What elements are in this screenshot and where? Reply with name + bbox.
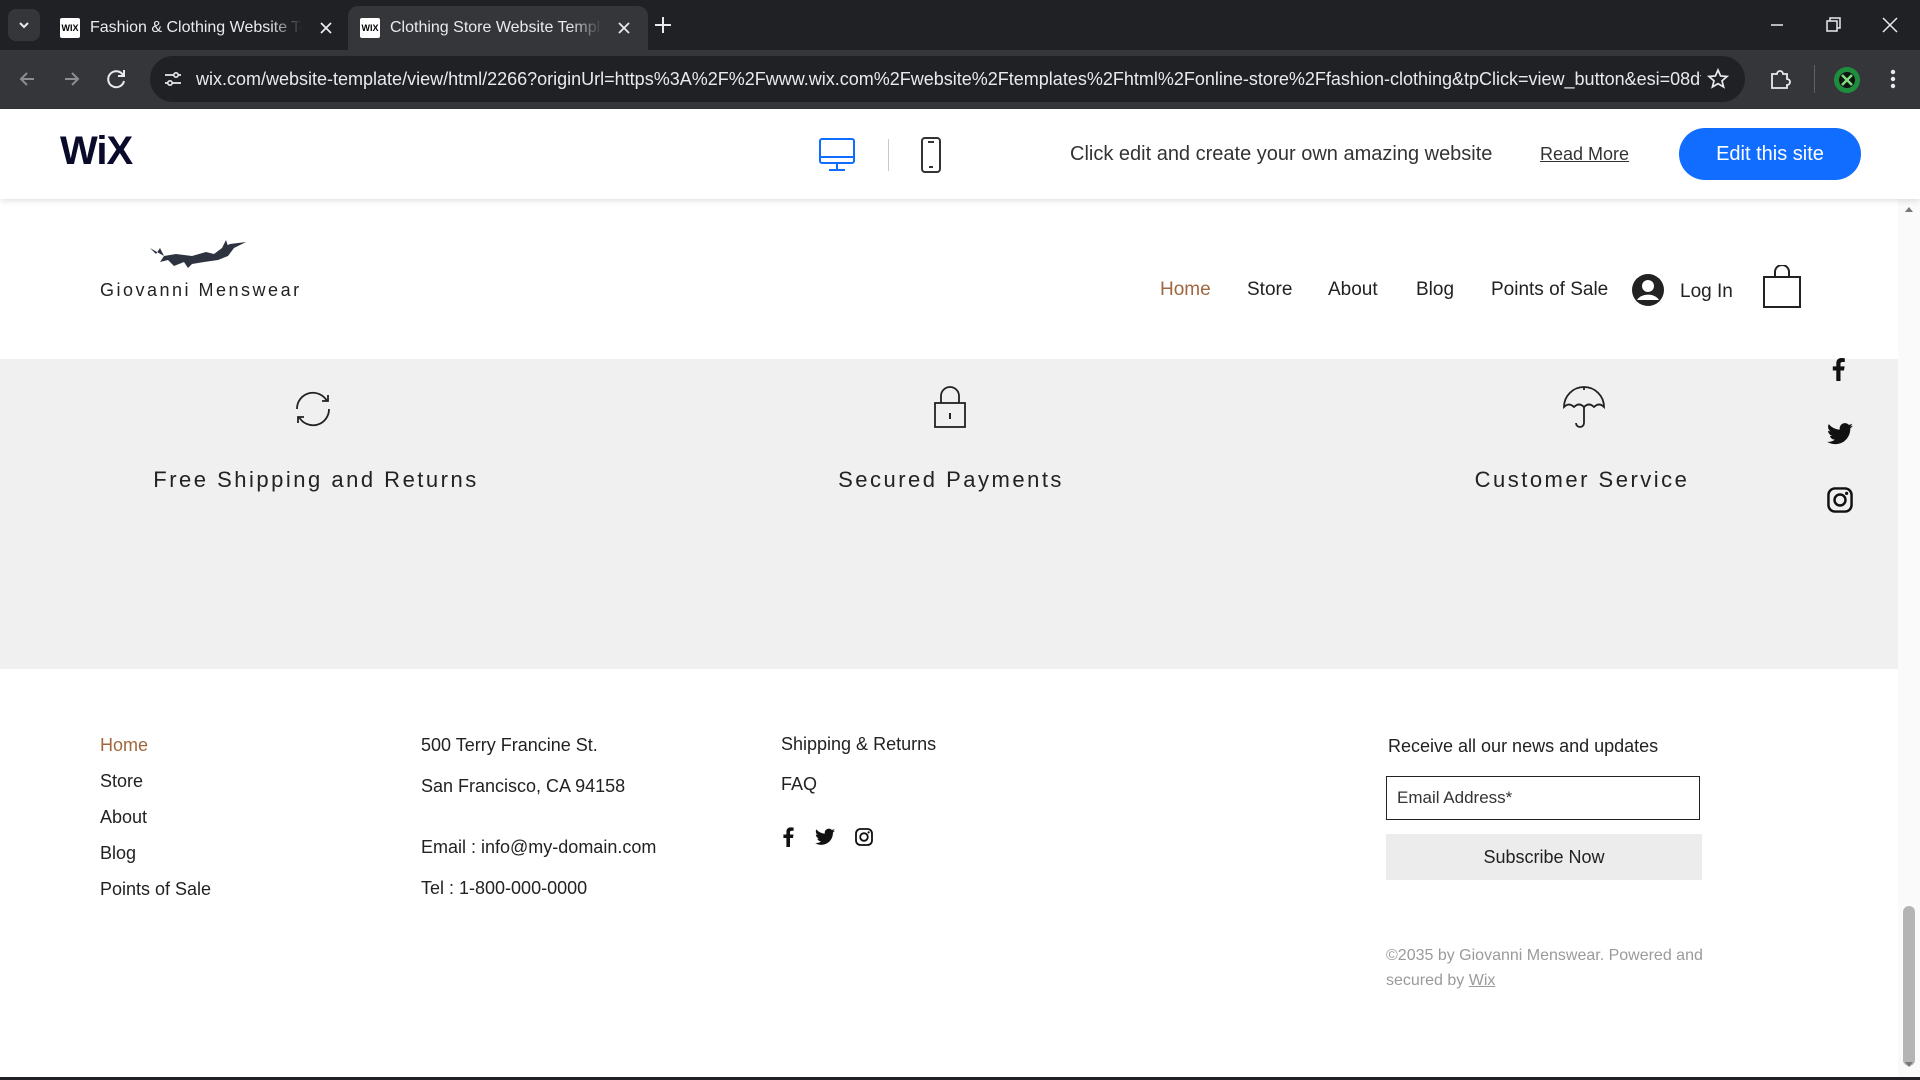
tab-fashion-templates[interactable]: WIX Fashion & Clothing Website Templates bbox=[48, 6, 350, 50]
login-link[interactable]: Log In bbox=[1680, 281, 1733, 303]
facebook-icon[interactable] bbox=[1827, 357, 1851, 381]
site-page: Giovanni Menswear Home Store About Blog … bbox=[0, 199, 1898, 1077]
contact-email[interactable]: Email : info@my-domain.com bbox=[421, 837, 656, 858]
features-strip: Free Shipping and Returns Secured Paymen… bbox=[0, 359, 1898, 669]
browser-menu-icon[interactable] bbox=[1883, 66, 1903, 92]
forward-arrow-icon[interactable] bbox=[57, 64, 87, 94]
close-tab-icon[interactable] bbox=[316, 18, 336, 38]
omnibox[interactable]: wix.com/website-template/view/html/2266?… bbox=[150, 56, 1745, 102]
close-tab-icon[interactable] bbox=[614, 18, 634, 38]
wix-favicon-icon: WIX bbox=[60, 18, 80, 38]
address-line-1: 500 Terry Francine St. bbox=[421, 735, 598, 755]
feature-secured-payments: Secured Payments bbox=[838, 467, 1064, 492]
nav-home[interactable]: Home bbox=[1160, 279, 1211, 301]
facebook-icon[interactable] bbox=[781, 827, 795, 847]
close-window-icon[interactable] bbox=[1877, 12, 1903, 38]
chevron-down-icon bbox=[19, 22, 29, 29]
nav-about[interactable]: About bbox=[1328, 279, 1378, 301]
back-arrow-icon[interactable] bbox=[12, 64, 42, 94]
mobile-view-icon[interactable] bbox=[920, 136, 942, 174]
user-avatar-icon[interactable] bbox=[1631, 273, 1665, 307]
wix-favicon-icon: WIX bbox=[360, 18, 380, 38]
footer-nav-blog[interactable]: Blog bbox=[100, 843, 136, 864]
tab-title: Clothing Store Website Template bbox=[390, 19, 602, 36]
browser-tab-bar: WIX Fashion & Clothing Website Templates… bbox=[0, 0, 1920, 50]
wix-preview-bar: WiX Click edit and create your own amazi… bbox=[0, 109, 1920, 199]
browser-address-bar: wix.com/website-template/view/html/2266?… bbox=[0, 50, 1920, 109]
lock-icon bbox=[934, 386, 966, 428]
promo-text: Click edit and create your own amazing w… bbox=[1070, 143, 1493, 165]
toolbar-divider bbox=[1814, 65, 1815, 93]
feature-customer-service: Customer Service bbox=[1474, 467, 1690, 492]
shopping-bag-icon[interactable] bbox=[1762, 265, 1802, 309]
extensions-puzzle-icon[interactable] bbox=[1767, 66, 1793, 92]
nav-store[interactable]: Store bbox=[1247, 279, 1292, 301]
instagram-icon[interactable] bbox=[1827, 487, 1853, 513]
tab-search-button[interactable] bbox=[8, 9, 40, 41]
wix-logo[interactable]: WiX bbox=[60, 129, 133, 174]
copyright-label: ©2035 by Giovanni Menswear. Powered and … bbox=[1386, 947, 1703, 989]
footer-nav-home[interactable]: Home bbox=[100, 735, 148, 756]
tab-clothing-store[interactable]: WIX Clothing Store Website Template bbox=[348, 6, 648, 50]
footer-nav-store[interactable]: Store bbox=[100, 771, 143, 792]
address-line-2: San Francisco, CA 94158 bbox=[421, 776, 626, 796]
reload-icon[interactable] bbox=[102, 64, 132, 94]
view-toggle-divider bbox=[888, 139, 889, 171]
site-footer: Home Store About Blog Points of Sale 500… bbox=[0, 669, 1898, 1077]
faq-link[interactable]: FAQ bbox=[781, 774, 817, 795]
restore-icon[interactable] bbox=[1820, 12, 1846, 38]
footer-social-links bbox=[781, 827, 873, 847]
social-rail bbox=[1827, 357, 1853, 513]
scrollbar-thumb[interactable] bbox=[1903, 906, 1915, 1066]
brand-name[interactable]: Giovanni Menswear bbox=[100, 280, 302, 301]
newsletter-title: Receive all our news and updates bbox=[1388, 736, 1659, 756]
nav-blog[interactable]: Blog bbox=[1416, 279, 1454, 301]
profile-avatar-icon[interactable] bbox=[1833, 66, 1861, 94]
copyright-text: ©2035 by Giovanni Menswear. Powered and … bbox=[1386, 943, 1716, 993]
feature-free-shipping: Free Shipping and Returns bbox=[153, 467, 479, 492]
bookmark-star-icon[interactable] bbox=[1706, 67, 1730, 91]
page-scrollbar[interactable] bbox=[1898, 199, 1920, 1077]
subscribe-button[interactable]: Subscribe Now bbox=[1386, 834, 1702, 880]
refresh-icon bbox=[296, 391, 330, 427]
footer-nav-points-of-sale[interactable]: Points of Sale bbox=[100, 879, 211, 900]
footer-nav-about[interactable]: About bbox=[100, 807, 147, 828]
fox-logo-icon[interactable] bbox=[148, 234, 248, 274]
instagram-icon[interactable] bbox=[855, 828, 873, 846]
scroll-up-arrow-icon[interactable] bbox=[1904, 205, 1914, 213]
twitter-icon[interactable] bbox=[815, 828, 835, 846]
newsletter-email-input[interactable] bbox=[1386, 776, 1700, 820]
scroll-down-arrow-icon[interactable] bbox=[1904, 1061, 1914, 1069]
read-more-link[interactable]: Read More bbox=[1540, 144, 1629, 165]
url-text[interactable]: wix.com/website-template/view/html/2266?… bbox=[196, 69, 1701, 90]
wix-credit-link[interactable]: Wix bbox=[1469, 972, 1496, 989]
umbrella-icon bbox=[1563, 386, 1605, 428]
twitter-icon[interactable] bbox=[1827, 423, 1853, 445]
edit-this-site-button[interactable]: Edit this site bbox=[1679, 128, 1861, 180]
nav-points-of-sale[interactable]: Points of Sale bbox=[1491, 279, 1608, 301]
site-info-icon[interactable] bbox=[162, 69, 184, 89]
tab-title: Fashion & Clothing Website Templates bbox=[90, 19, 302, 36]
desktop-view-icon[interactable] bbox=[818, 137, 856, 173]
site-header: Giovanni Menswear Home Store About Blog … bbox=[0, 199, 1898, 359]
contact-phone: Tel : 1-800-000-0000 bbox=[421, 878, 588, 898]
shipping-returns-link[interactable]: Shipping & Returns bbox=[781, 734, 936, 755]
new-tab-plus-icon[interactable] bbox=[650, 12, 676, 38]
minimize-icon[interactable] bbox=[1764, 12, 1790, 38]
